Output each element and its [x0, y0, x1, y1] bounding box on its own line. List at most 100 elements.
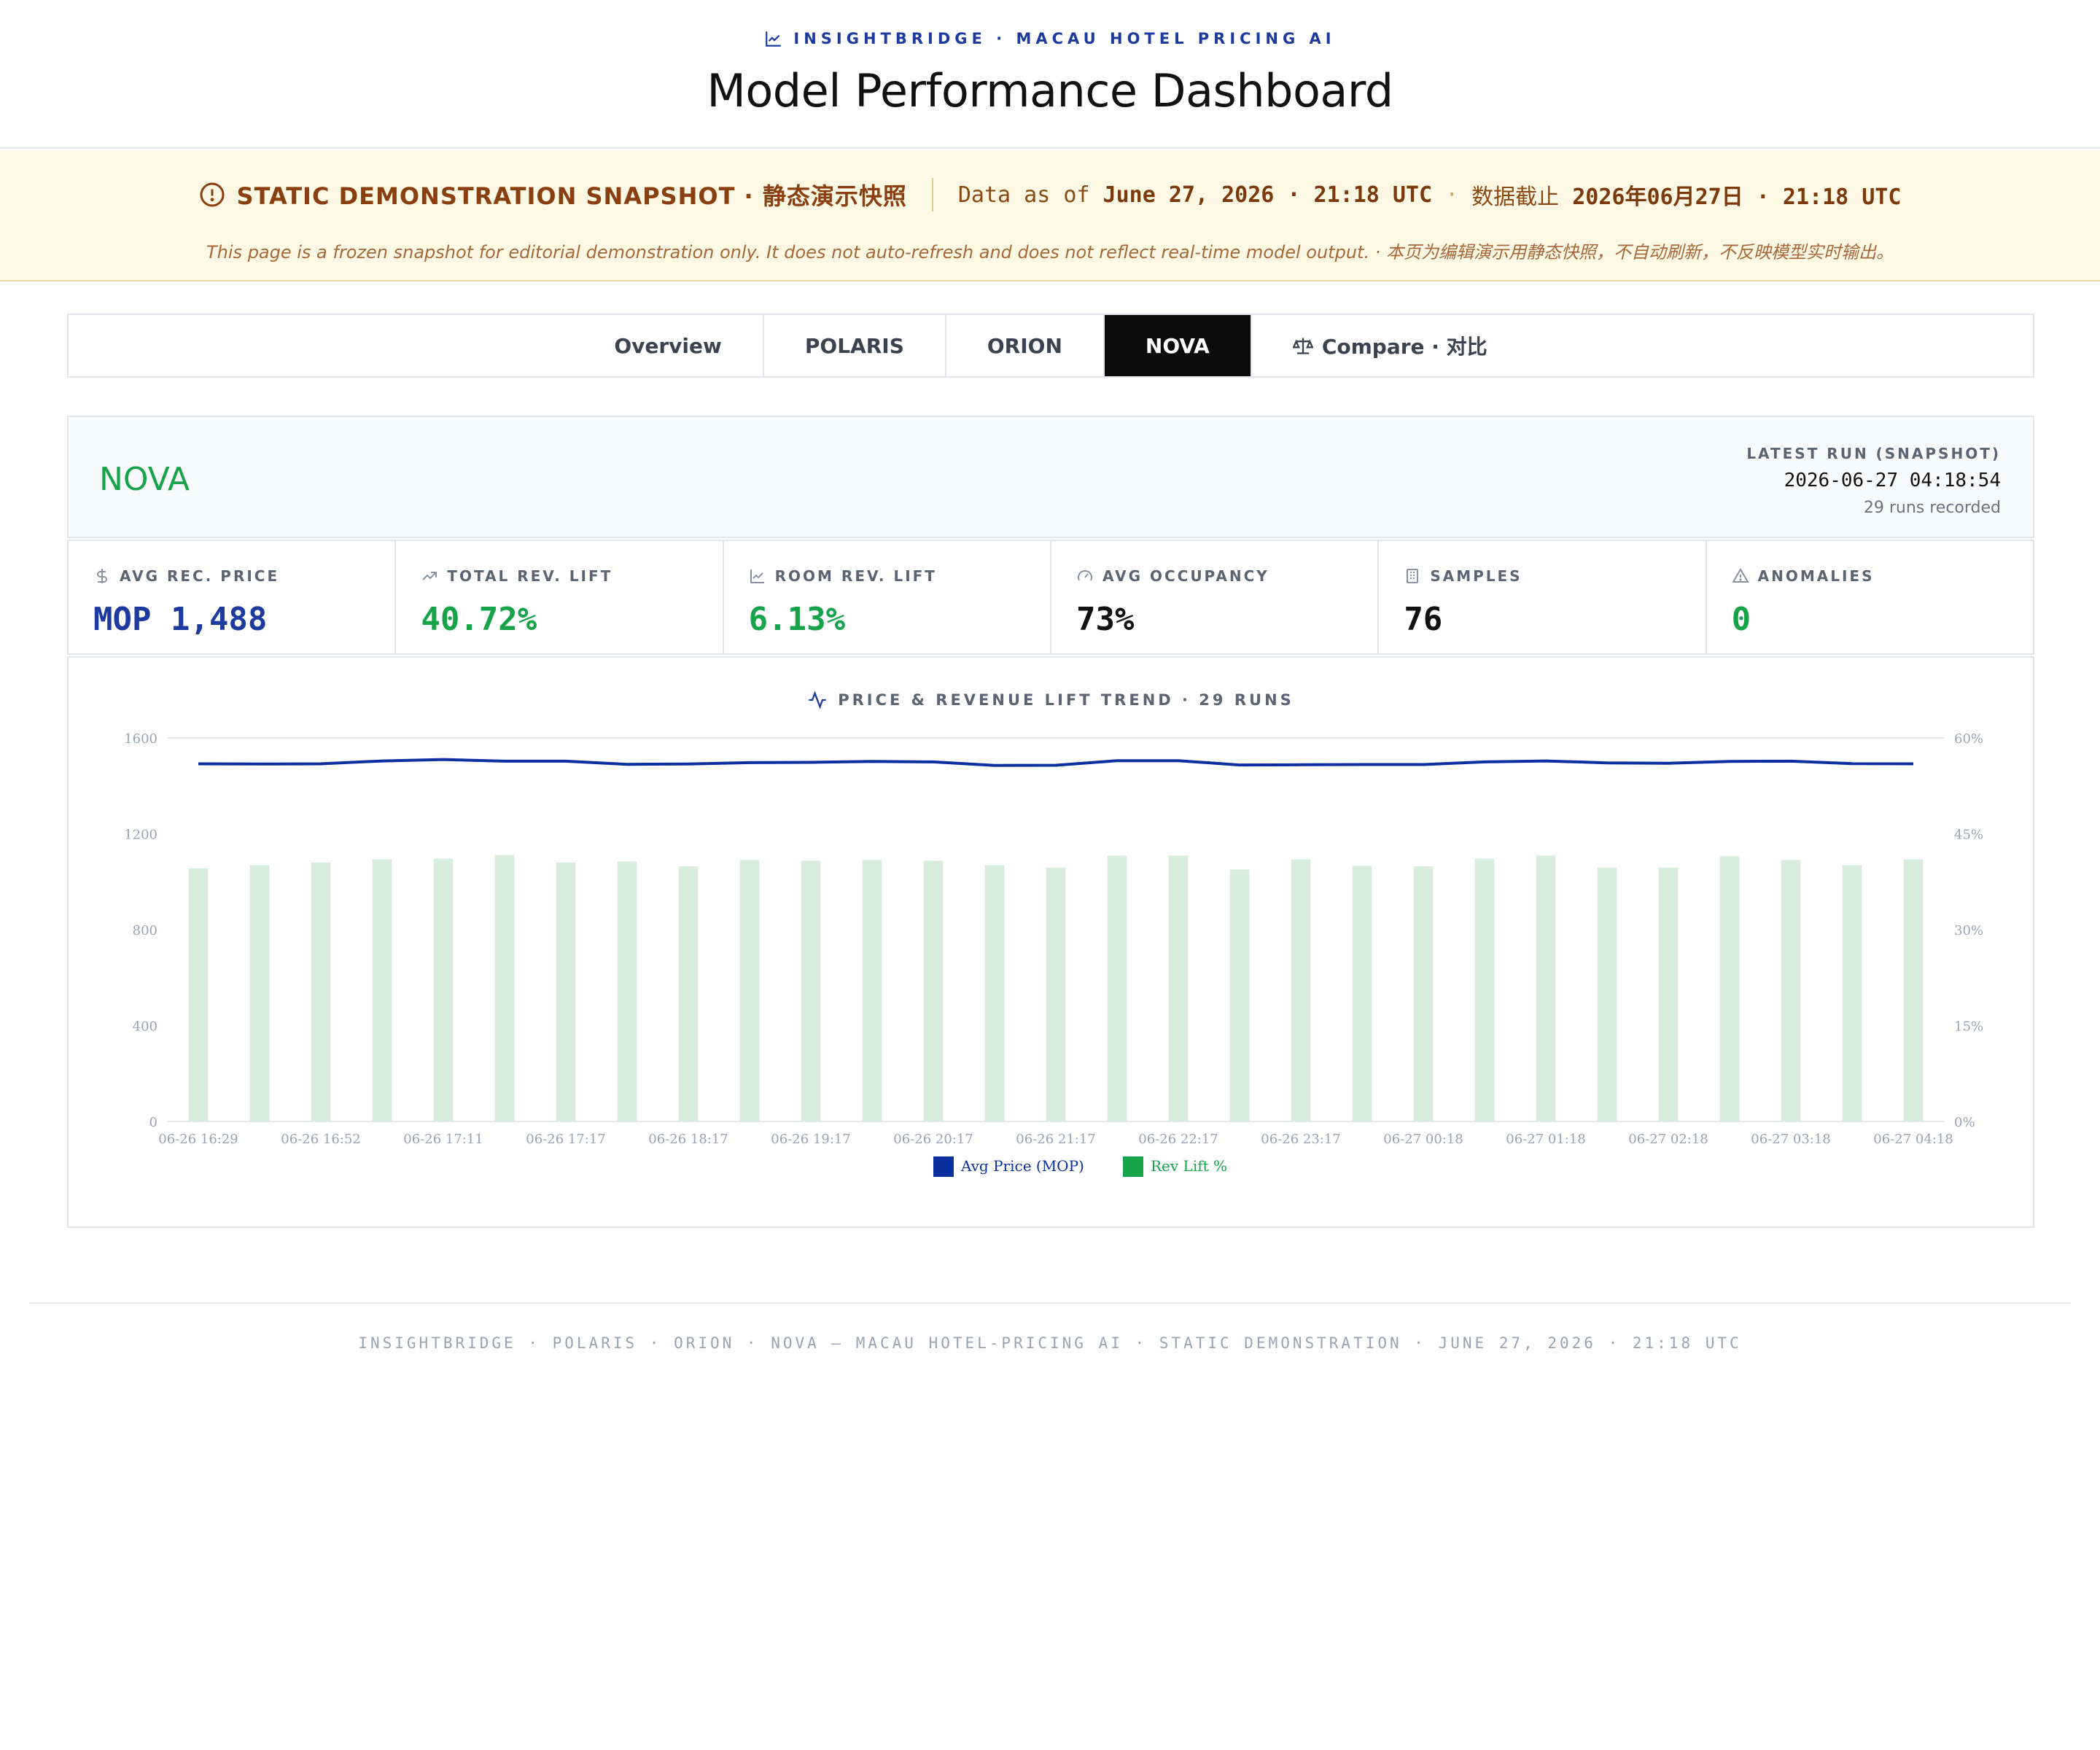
model-name: NOVA	[99, 461, 190, 498]
tab-polaris[interactable]: POLARIS	[764, 315, 946, 376]
y-left-tick-label: 800	[133, 923, 158, 938]
stat-label: ROOM REV. LIFT	[774, 567, 937, 585]
x-tick-label: 06-26 21:17	[1016, 1132, 1096, 1147]
stat-value: 40.72%	[421, 601, 537, 638]
rev-lift-bar	[249, 865, 270, 1121]
stat-label: ANOMALIES	[1757, 567, 1875, 585]
latest-run-time: 2026-06-27 04:18:54	[1784, 470, 2001, 491]
notice-divider	[931, 178, 933, 211]
rev-lift-bar	[678, 866, 699, 1121]
asof-zh-value: 2026年06月27日 · 21:18 UTC	[1572, 184, 1902, 210]
stat-anomalies: ANOMALIES 0	[1707, 541, 2033, 653]
tab-orion[interactable]: ORION	[946, 315, 1105, 376]
x-tick-label: 06-27 03:18	[1751, 1132, 1831, 1147]
brand: INSIGHTBRIDGE · MACAU HOTEL PRICING AI	[0, 29, 2100, 48]
model-tabs: Overview POLARIS ORION NOVA Compare · 对比	[67, 314, 2034, 378]
runs-recorded: 29 runs recorded	[1863, 499, 2001, 517]
stat-avg-occupancy: AVG OCCUPANCY 73%	[1051, 541, 1380, 653]
rev-lift-bar	[739, 860, 760, 1121]
x-tick-label: 06-26 17:11	[403, 1132, 483, 1147]
notice-asof: Data as of June 27, 2026 · 21:18 UTC	[958, 182, 1432, 208]
tab-label: NOVA	[1145, 333, 1210, 358]
gauge-icon	[1078, 569, 1092, 581]
latest-run-label: LATEST RUN (SNAPSHOT)	[1746, 445, 2001, 462]
tab-compare[interactable]: Compare · 对比	[1252, 315, 1528, 376]
y-right-tick-label: 15%	[1954, 1019, 1983, 1035]
building-icon	[1407, 569, 1419, 583]
x-tick-label: 06-27 04:18	[1873, 1132, 1953, 1147]
snapshot-notice: STATIC DEMONSTRATION SNAPSHOT · 静态演示快照 D…	[0, 150, 2100, 281]
rev-lift-bar	[494, 855, 515, 1121]
asof-prefix: Data as of	[957, 182, 1090, 208]
rev-lift-bar	[1229, 869, 1250, 1121]
stat-value: 73%	[1076, 601, 1135, 638]
x-tick-label: 06-26 23:17	[1261, 1132, 1341, 1147]
trend-up-icon	[422, 572, 438, 580]
rev-lift-bar	[1597, 867, 1617, 1121]
tab-nova[interactable]: NOVA	[1104, 315, 1252, 376]
y-right-tick-label: 60%	[1954, 731, 1983, 747]
rev-lift-bar	[1842, 865, 1862, 1121]
notice-title: STATIC DEMONSTRATION SNAPSHOT · 静态演示快照	[236, 182, 907, 210]
avg-price-line	[198, 758, 1914, 767]
tab-label: Compare · 对比	[1321, 335, 1488, 359]
x-tick-label: 06-26 20:17	[893, 1132, 973, 1147]
x-tick-label: 06-27 00:18	[1383, 1132, 1463, 1147]
rev-lift-bar	[862, 860, 882, 1121]
rev-lift-bar	[1536, 855, 1556, 1121]
y-right-tick-label: 45%	[1954, 828, 1983, 843]
x-tick-label: 06-27 01:18	[1506, 1132, 1586, 1147]
rev-lift-bar	[1903, 859, 1924, 1121]
tab-overview[interactable]: Overview	[573, 315, 764, 376]
rev-lift-bar	[1474, 858, 1495, 1121]
rev-lift-bar	[1781, 860, 1801, 1121]
x-tick-label: 06-27 02:18	[1628, 1132, 1708, 1147]
rev-lift-bar	[984, 865, 1005, 1121]
rev-lift-bar	[1658, 867, 1679, 1121]
stat-total-rev-lift: TOTAL REV. LIFT 40.72%	[396, 541, 724, 653]
rev-lift-bar	[311, 862, 331, 1121]
model-header-card: NOVA LATEST RUN (SNAPSHOT) 2026-06-27 04…	[67, 416, 2034, 538]
stat-label: AVG OCCUPANCY	[1102, 567, 1269, 585]
stat-avg-rec-price: AVG REC. PRICE MOP 1,488	[69, 541, 397, 653]
y-left-tick-label: 1200	[124, 828, 158, 843]
x-tick-label: 06-26 22:17	[1138, 1132, 1218, 1147]
x-tick-label: 06-26 18:17	[648, 1132, 728, 1147]
rev-lift-bar	[801, 860, 821, 1121]
dollar-icon	[97, 569, 107, 583]
legend-swatch	[1123, 1156, 1143, 1177]
x-tick-label: 06-26 16:52	[281, 1132, 361, 1147]
rev-lift-bar	[1168, 855, 1189, 1121]
alert-circle-icon	[200, 182, 225, 207]
notice-subtitle: This page is a frozen snapshot for edito…	[206, 242, 1894, 262]
latest-run: LATEST RUN (SNAPSHOT) 2026-06-27 04:18:5…	[1746, 445, 2001, 517]
rev-lift-bar	[556, 862, 576, 1121]
stat-room-rev-lift: ROOM REV. LIFT 6.13%	[724, 541, 1051, 653]
rev-lift-bar	[1291, 859, 1311, 1121]
stats-row: AVG REC. PRICE MOP 1,488 TOTAL REV. LIFT…	[67, 540, 2034, 655]
brand-text: INSIGHTBRIDGE · MACAU HOTEL PRICING AI	[793, 30, 1336, 47]
rev-lift-bar	[372, 859, 392, 1121]
line-chart-icon	[750, 569, 764, 583]
rev-lift-bar	[1413, 866, 1434, 1121]
stat-label: AVG REC. PRICE	[120, 567, 280, 585]
warning-triangle-icon	[1731, 568, 1749, 583]
tab-label: ORION	[987, 333, 1062, 358]
rev-lift-bar	[1352, 866, 1372, 1121]
y-left-tick-label: 400	[133, 1019, 158, 1035]
stat-value: 6.13%	[748, 601, 846, 638]
stat-samples: SAMPLES 76	[1379, 541, 1707, 653]
scale-icon	[1292, 338, 1313, 354]
rev-lift-bar	[433, 858, 454, 1121]
rev-lift-bar	[1719, 856, 1740, 1121]
stat-value: MOP 1,488	[93, 601, 268, 638]
rev-lift-bar	[188, 868, 209, 1121]
footer-divider	[29, 1302, 2071, 1304]
trend-chart: 0 400 800 1200 1600 0% 15% 30% 45% 60% 06-26 16:29…	[124, 731, 1983, 1177]
page-header: INSIGHTBRIDGE · MACAU HOTEL PRICING AI M…	[0, 0, 2100, 149]
y-left-tick-label: 1600	[124, 731, 158, 747]
legend-label: Avg Price (MOP)	[960, 1157, 1084, 1175]
legend-label: Rev Lift %	[1151, 1157, 1227, 1175]
tab-label: Overview	[614, 333, 722, 358]
chart-line-icon	[766, 31, 782, 47]
